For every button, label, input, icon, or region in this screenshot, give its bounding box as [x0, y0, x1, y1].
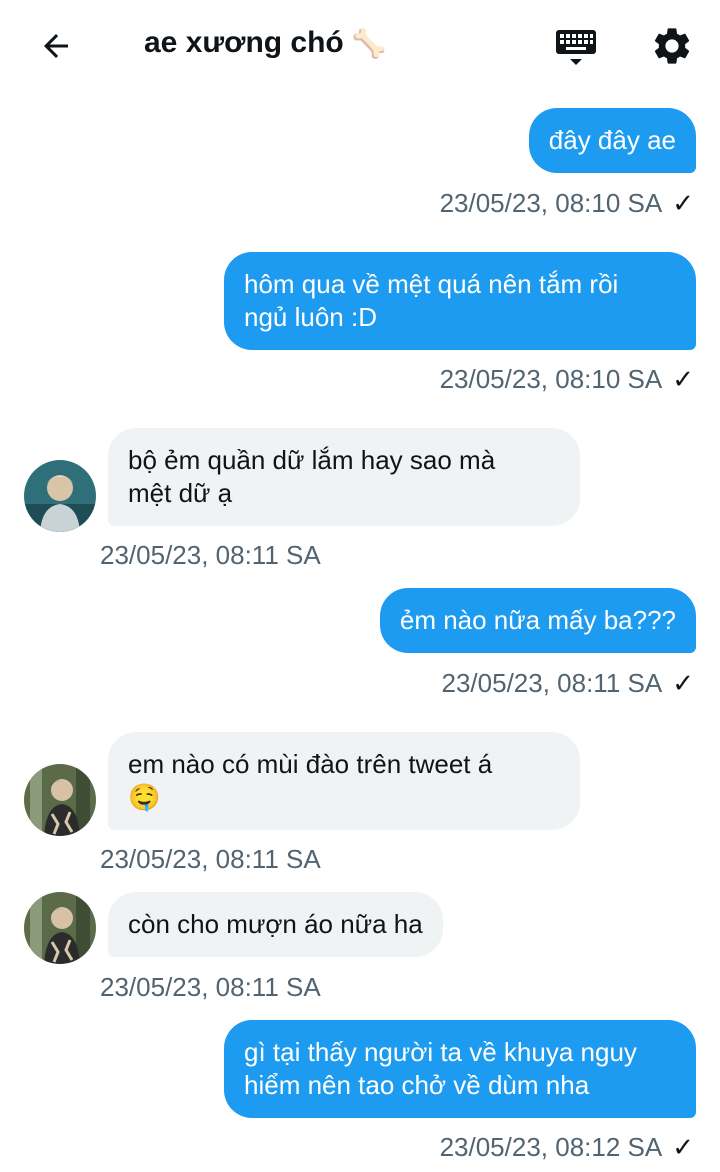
- message-timestamp: 23/05/23, 08:11 SA: [100, 972, 321, 1002]
- read-check-icon: ✓: [672, 188, 694, 218]
- conversation-title[interactable]: ae xương chó 🦴: [144, 26, 387, 60]
- bone-emoji: 🦴: [351, 27, 387, 59]
- avatar-image: [24, 764, 96, 836]
- message-outgoing[interactable]: ẻm nào nữa mấy ba???: [379, 588, 696, 653]
- message-outgoing[interactable]: đây đây ae: [528, 108, 696, 173]
- message-bubble[interactable]: bộ ẻm quần dữ lắm hay sao mà mệt dữ ạ: [108, 428, 580, 526]
- message-bubble[interactable]: em nào có mùi đào trên tweet á 🤤: [108, 732, 580, 830]
- avatar-image: [24, 460, 96, 532]
- message-incoming[interactable]: còn cho mượn áo nữa ha: [108, 892, 443, 957]
- avatar-image: [24, 892, 96, 964]
- message-bubble[interactable]: còn cho mượn áo nữa ha: [108, 892, 443, 957]
- conversation-title-text: ae xương chó: [144, 26, 344, 59]
- message-timestamp: 23/05/23, 08:11 SA: [100, 844, 321, 874]
- conversation-header: ae xương chó 🦴: [0, 0, 720, 94]
- message-bubble[interactable]: hôm qua về mệt quá nên tắm rồi ngủ luôn …: [224, 252, 696, 350]
- message-incoming[interactable]: em nào có mùi đào trên tweet á 🤤: [108, 732, 580, 830]
- message-timestamp: 23/05/23, 08:11 SA ✓: [441, 668, 695, 698]
- avatar[interactable]: [24, 460, 96, 532]
- keyboard-icon: [556, 30, 596, 65]
- read-check-icon: ✓: [672, 668, 694, 698]
- message-incoming[interactable]: bộ ẻm quần dữ lắm hay sao mà mệt dữ ạ: [108, 428, 580, 526]
- message-timestamp: 23/05/23, 08:10 SA ✓: [439, 364, 694, 394]
- arrow-left-icon: [44, 34, 68, 58]
- avatar[interactable]: [24, 892, 96, 964]
- message-bubble[interactable]: gì tại thấy người ta về khuya nguy hiểm …: [224, 1020, 696, 1118]
- keyboard-button[interactable]: [552, 24, 600, 72]
- gear-icon: [654, 28, 690, 64]
- message-bubble[interactable]: ẻm nào nữa mấy ba???: [379, 588, 696, 653]
- avatar[interactable]: [24, 764, 96, 836]
- back-button[interactable]: [34, 24, 78, 68]
- settings-button[interactable]: [648, 22, 696, 70]
- message-timestamp: 23/05/23, 08:12 SA ✓: [439, 1132, 694, 1162]
- message-outgoing[interactable]: hôm qua về mệt quá nên tắm rồi ngủ luôn …: [224, 252, 696, 350]
- message-timestamp: 23/05/23, 08:10 SA ✓: [439, 188, 694, 218]
- message-bubble[interactable]: đây đây ae: [528, 108, 696, 173]
- message-timestamp: 23/05/23, 08:11 SA: [100, 540, 321, 570]
- read-check-icon: ✓: [672, 1132, 694, 1162]
- message-outgoing[interactable]: gì tại thấy người ta về khuya nguy hiểm …: [224, 1020, 696, 1118]
- read-check-icon: ✓: [672, 364, 694, 394]
